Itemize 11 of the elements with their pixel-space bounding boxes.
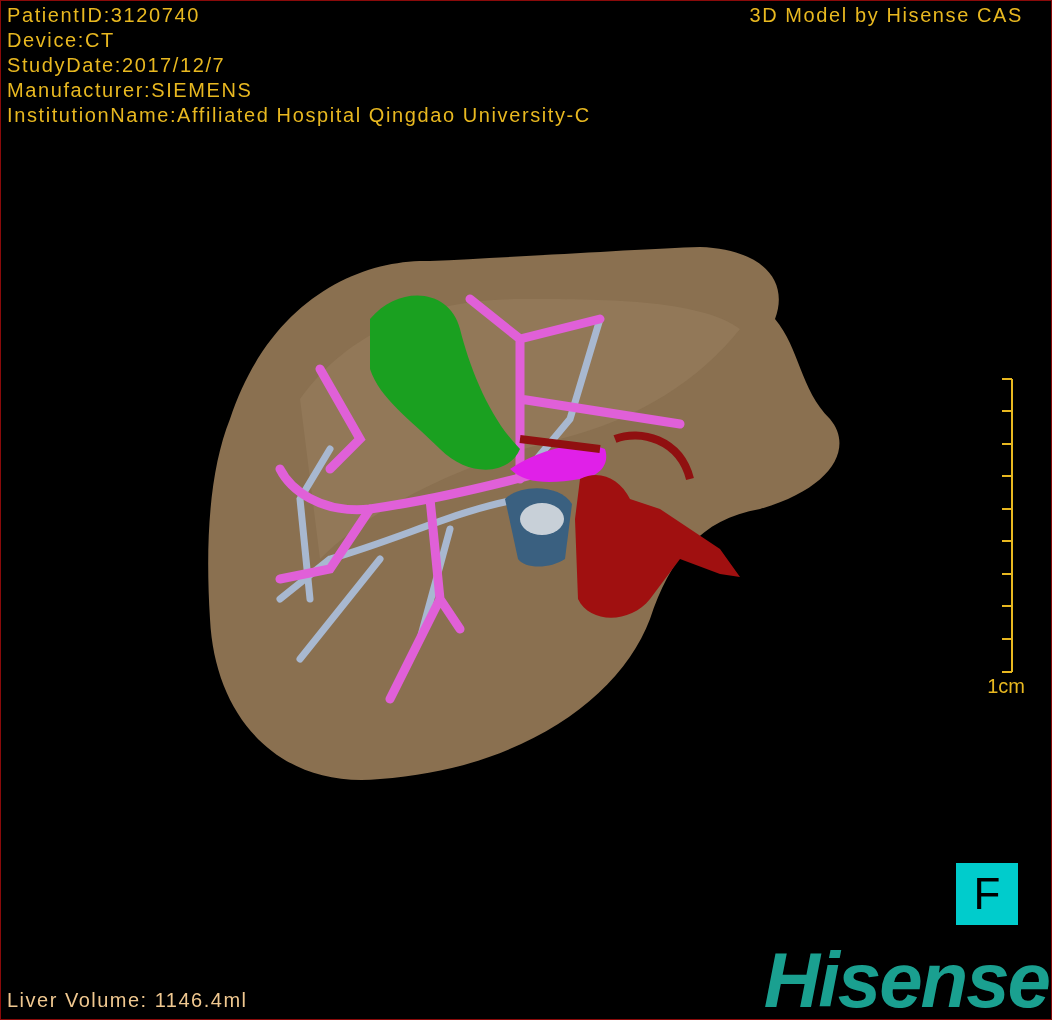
info-text: Manufacturer:SIEMENS — [7, 78, 254, 103]
info-text: InstitutionName:Affiliated Hospital Qingdao University-C — [7, 103, 591, 128]
ruler-icon — [1001, 378, 1013, 674]
logo: Hisense — [763, 947, 1049, 1013]
credit-text: 3D Model by Hisense CAS — [749, 3, 1023, 28]
info-text: PatientID:3120740 — [7, 3, 201, 28]
volume-text: Liver Volume: 1146.4ml — [7, 988, 248, 1013]
scale-label: 1cm — [987, 674, 1025, 698]
orientation-marker: F — [956, 863, 1018, 925]
info-text: StudyDate:2017/12/7 — [7, 53, 227, 78]
info-text: Device:CT — [7, 28, 116, 53]
